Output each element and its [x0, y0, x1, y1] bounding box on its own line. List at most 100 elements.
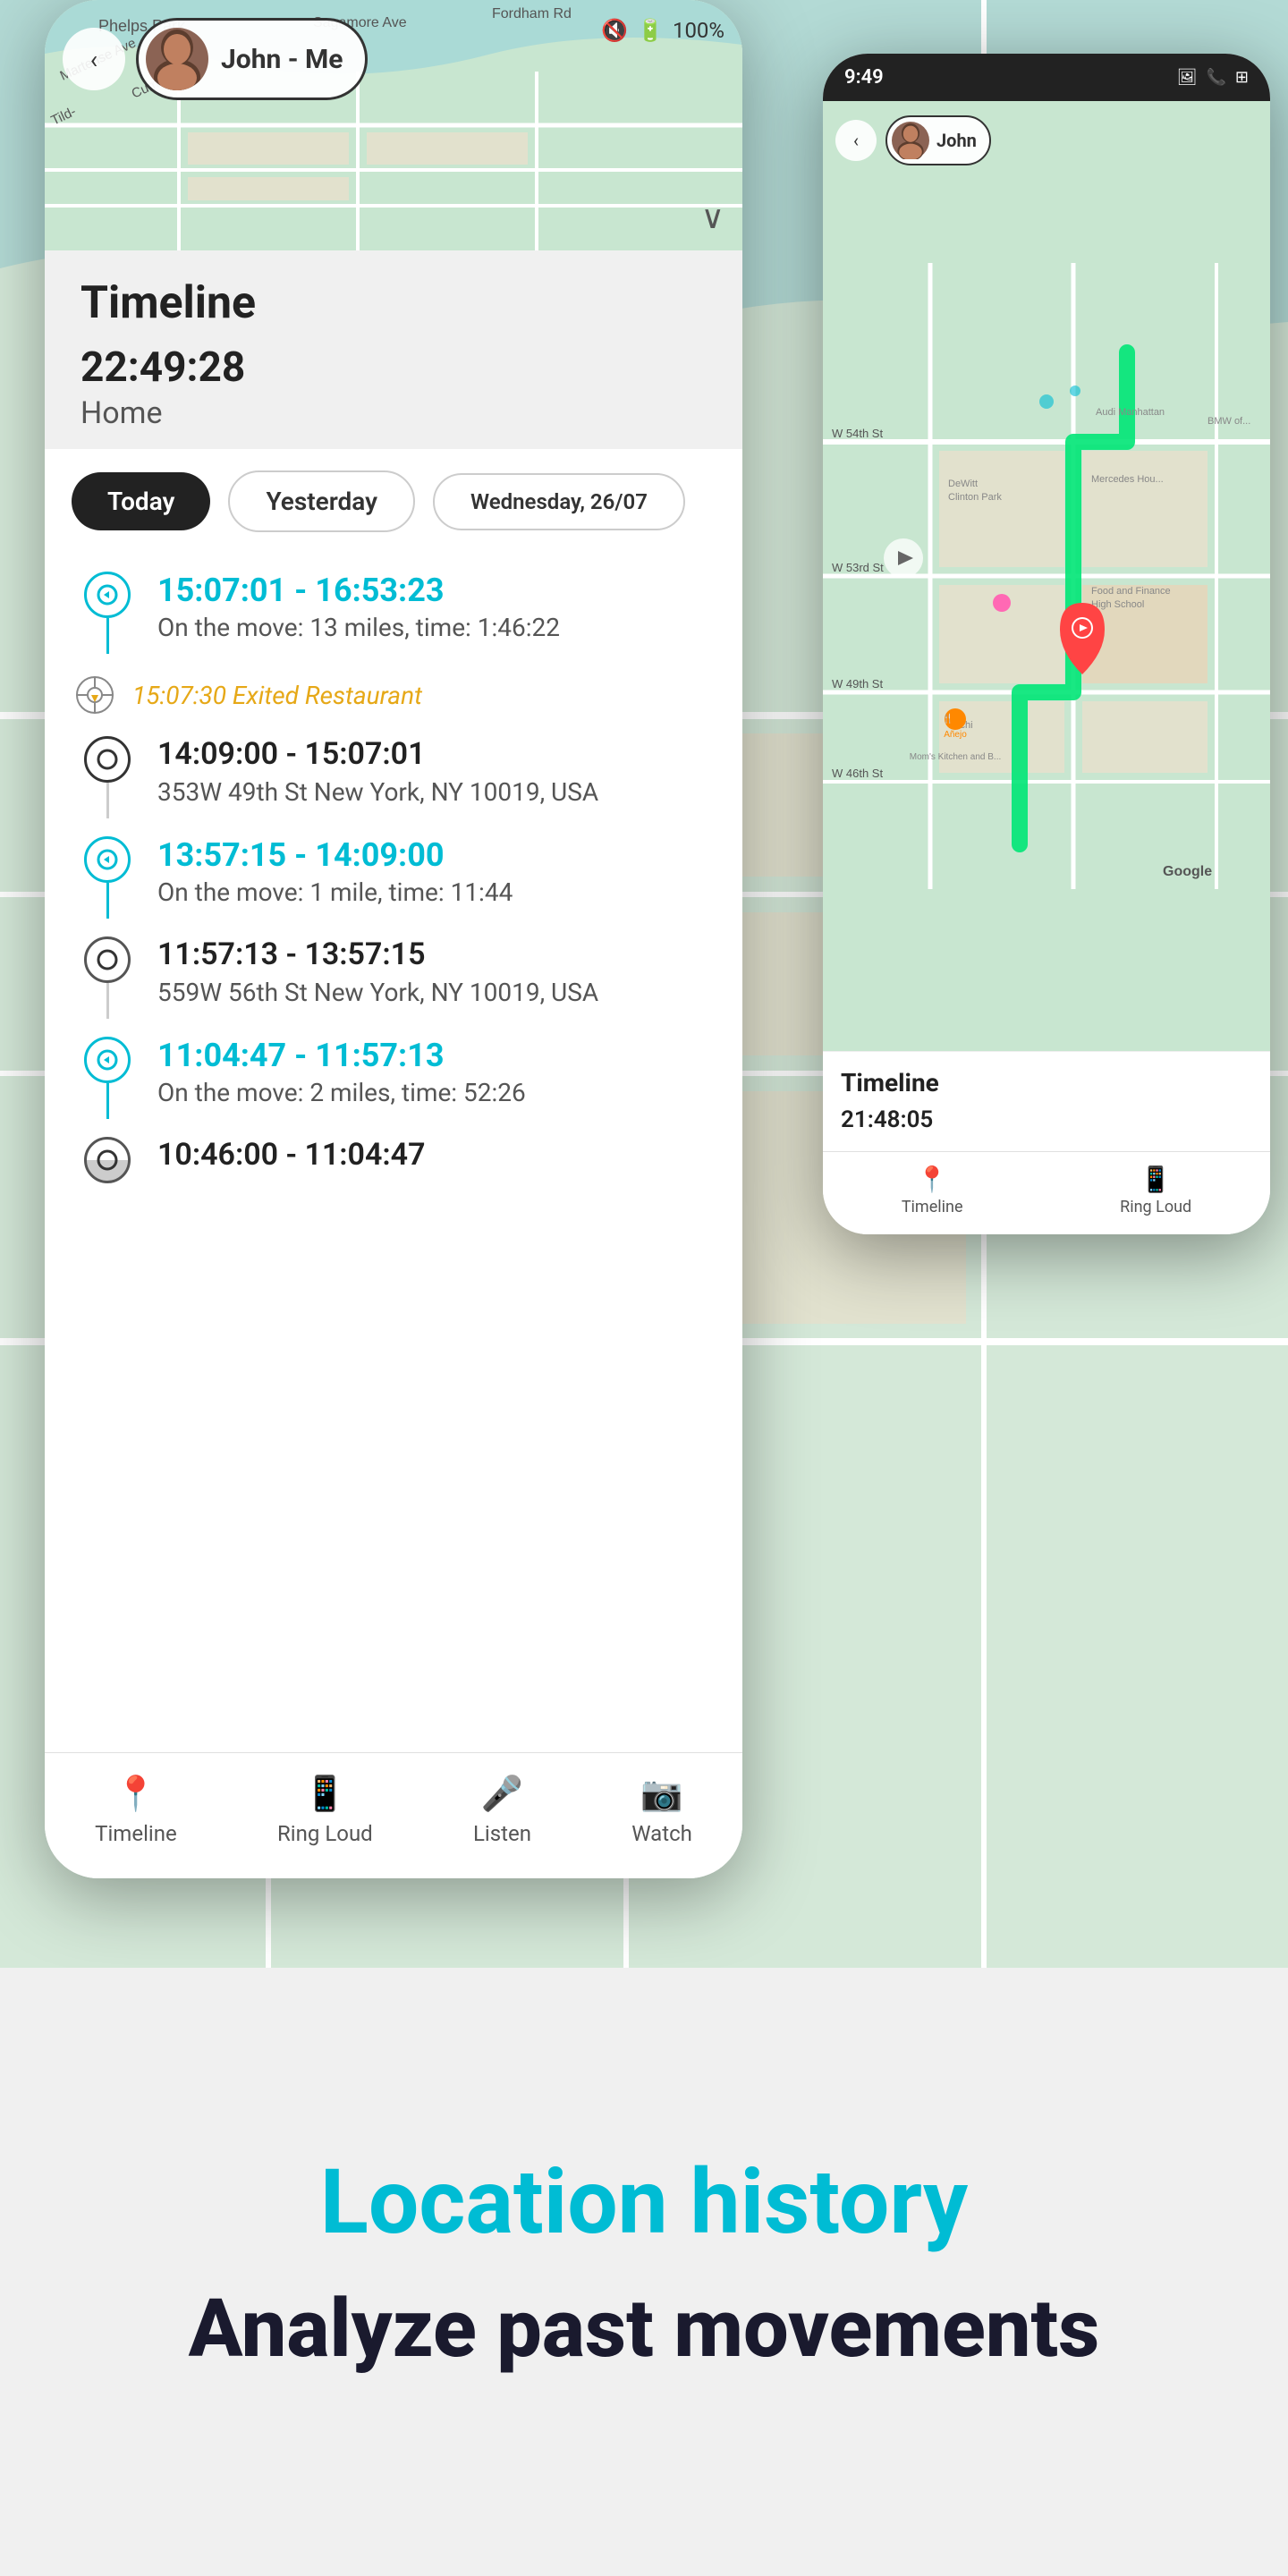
dot-col [72, 572, 143, 654]
back-button[interactable]: ‹ [63, 28, 125, 90]
timeline-line [106, 783, 109, 818]
user-name-label: John - Me [221, 44, 343, 75]
nav-timeline-label: Timeline [95, 1821, 177, 1846]
timeline-list: 15:07:01 - 16:53:23 On the move: 13 mile… [45, 554, 742, 1196]
avatar [146, 28, 208, 90]
stay-time-range: 14:09:00 - 15:07:01 [157, 736, 716, 772]
app-icon: ⊞ [1235, 68, 1249, 87]
stay-address: 559W 56th St New York, NY 10019, USA [157, 978, 716, 1007]
nav-listen-label: Listen [473, 1821, 531, 1846]
svg-text:Audi Manhattan: Audi Manhattan [1096, 407, 1165, 418]
photo-icon: 🖼 [1177, 68, 1198, 87]
dot-col [72, 836, 143, 919]
nav-ring-loud[interactable]: 📱 Ring Loud [277, 1775, 373, 1846]
move-dot [84, 572, 131, 618]
nav-ring-loud-label: Ring Loud [277, 1821, 373, 1846]
stay-dot [84, 736, 131, 783]
ring-loud-icon: 📱 [304, 1775, 346, 1814]
tab-wednesday-label: Wednesday, 26/07 [470, 489, 648, 514]
right-timeline-label: Timeline [902, 1198, 963, 1216]
tab-wednesday[interactable]: Wednesday, 26/07 [433, 473, 685, 530]
svg-text:Food and Finance: Food and Finance [1091, 586, 1171, 597]
user-pill-small[interactable]: John [886, 115, 991, 165]
svg-text:DeWitt: DeWitt [948, 479, 978, 489]
move-time-range: 13:57:15 - 14:09:00 [157, 836, 716, 874]
exit-icon [72, 672, 118, 718]
nav-timeline[interactable]: 📍 Timeline [95, 1775, 177, 1846]
watch-icon: 📷 [640, 1775, 682, 1814]
status-bar: 9:49 🖼 📞 ⊞ [823, 54, 1270, 101]
move-time-range: 15:07:01 - 16:53:23 [157, 572, 716, 609]
listen-icon: 🎤 [481, 1775, 523, 1814]
back-button-small[interactable]: ‹ [835, 120, 877, 161]
current-time: 22:49:28 [80, 343, 707, 392]
right-bottom-nav: 📍 Timeline 📱 Ring Loud [823, 1151, 1270, 1234]
timeline-line [106, 1083, 109, 1119]
nav-watch[interactable]: 📷 Watch [631, 1775, 692, 1846]
move-content: 13:57:15 - 14:09:00 On the move: 1 mile,… [143, 836, 716, 916]
svg-text:BMW of...: BMW of... [1208, 416, 1250, 427]
top-section: Phelps Park Sagamore Ave Fordham Rd Mart… [0, 0, 1288, 1968]
move-content: 15:07:01 - 16:53:23 On the move: 13 mile… [143, 572, 716, 651]
timeline-entry-move-1: 15:07:01 - 16:53:23 On the move: 13 mile… [45, 563, 742, 663]
phone-left-map: Phelps Park Sagamore Ave Fordham Rd Mart… [45, 0, 742, 250]
dot-col [72, 1137, 143, 1183]
location-history-subtitle: Analyze past movements [189, 2282, 1100, 2376]
user-name-small: John [936, 130, 977, 151]
nav-watch-label: Watch [631, 1821, 692, 1846]
stay-time-range: 10:46:00 - 11:04:47 [157, 1137, 716, 1173]
phone-right-header: ‹ John [835, 115, 1258, 165]
move-dot [84, 1037, 131, 1083]
timeline-entry-stay-3: 10:46:00 - 11:04:47 [45, 1128, 742, 1196]
timeline-line [106, 883, 109, 919]
collapse-button[interactable]: ∨ [701, 199, 724, 236]
right-nav-timeline[interactable]: 📍 Timeline [902, 1165, 963, 1216]
chevron-down-icon: ∨ [701, 199, 724, 236]
exit-text: 15:07:30 Exited Restaurant [132, 681, 422, 710]
current-place: Home [80, 395, 707, 431]
move-detail: On the move: 2 miles, time: 52:26 [157, 1078, 716, 1107]
right-ring-loud-icon: 📱 [1140, 1165, 1172, 1194]
right-current-time: 21:48:05 [841, 1106, 1252, 1133]
dot-col [72, 736, 143, 818]
svg-text:Clinton Park: Clinton Park [948, 492, 1002, 503]
call-icon: 📞 [1206, 68, 1225, 87]
user-pill[interactable]: John - Me [136, 18, 368, 100]
svg-text:W 54th St: W 54th St [832, 427, 883, 440]
right-nav-ring-loud[interactable]: 📱 Ring Loud [1120, 1165, 1191, 1216]
tab-today[interactable]: Today [72, 472, 210, 530]
dot-col [72, 936, 143, 1019]
timeline-entry-stay-1: 14:09:00 - 15:07:01 353W 49th St New Yor… [45, 727, 742, 827]
phone-right-timeline: Timeline 21:48:05 [823, 1051, 1270, 1151]
bottom-nav: 📍 Timeline 📱 Ring Loud 🎤 Listen 📷 Watch [45, 1752, 742, 1878]
exit-description: Exited Restaurant [233, 681, 422, 710]
phone-left-header: ‹ John - Me [63, 18, 724, 100]
timeline-entry-stay-2: 11:57:13 - 13:57:15 559W 56th St New Yor… [45, 928, 742, 1028]
timeline-title: Timeline [80, 277, 707, 329]
stay-dot [84, 936, 131, 983]
svg-text:Mercedes Hou...: Mercedes Hou... [1091, 474, 1164, 485]
tab-yesterday[interactable]: Yesterday [228, 470, 415, 532]
svg-text:🍴: 🍴 [943, 713, 953, 724]
dot-col [72, 1037, 143, 1119]
timeline-line [106, 618, 109, 654]
svg-text:High School: High School [1091, 599, 1144, 610]
move-content: 11:04:47 - 11:57:13 On the move: 2 miles… [143, 1037, 716, 1116]
phone-right-map: W 54th St W 53rd St W 49th St W 46th St … [823, 101, 1270, 1051]
stay-dot [84, 1137, 131, 1183]
timeline-entry-move-3: 11:04:47 - 11:57:13 On the move: 2 miles… [45, 1028, 742, 1128]
stay-content: 14:09:00 - 15:07:01 353W 49th St New Yor… [143, 736, 716, 816]
nav-listen[interactable]: 🎤 Listen [473, 1775, 531, 1846]
phone-right: 9:49 🖼 📞 ⊞ [823, 54, 1270, 1234]
exit-event: 15:07:30 Exited Restaurant [45, 663, 742, 727]
timeline-header: Timeline 22:49:28 Home [45, 250, 742, 449]
right-timeline-title: Timeline [841, 1068, 1252, 1097]
stay-content: 11:57:13 - 13:57:15 559W 56th St New Yor… [143, 936, 716, 1016]
location-history-title: Location history [320, 2150, 968, 2255]
right-ring-loud-label: Ring Loud [1120, 1198, 1191, 1216]
date-tabs: Today Yesterday Wednesday, 26/07 [45, 449, 742, 554]
svg-text:Google: Google [1163, 864, 1212, 879]
bottom-section: Location history Analyze past movements [0, 1968, 1288, 2576]
status-icons: 🖼 📞 ⊞ [1177, 68, 1249, 87]
tab-yesterday-label: Yesterday [266, 487, 377, 516]
